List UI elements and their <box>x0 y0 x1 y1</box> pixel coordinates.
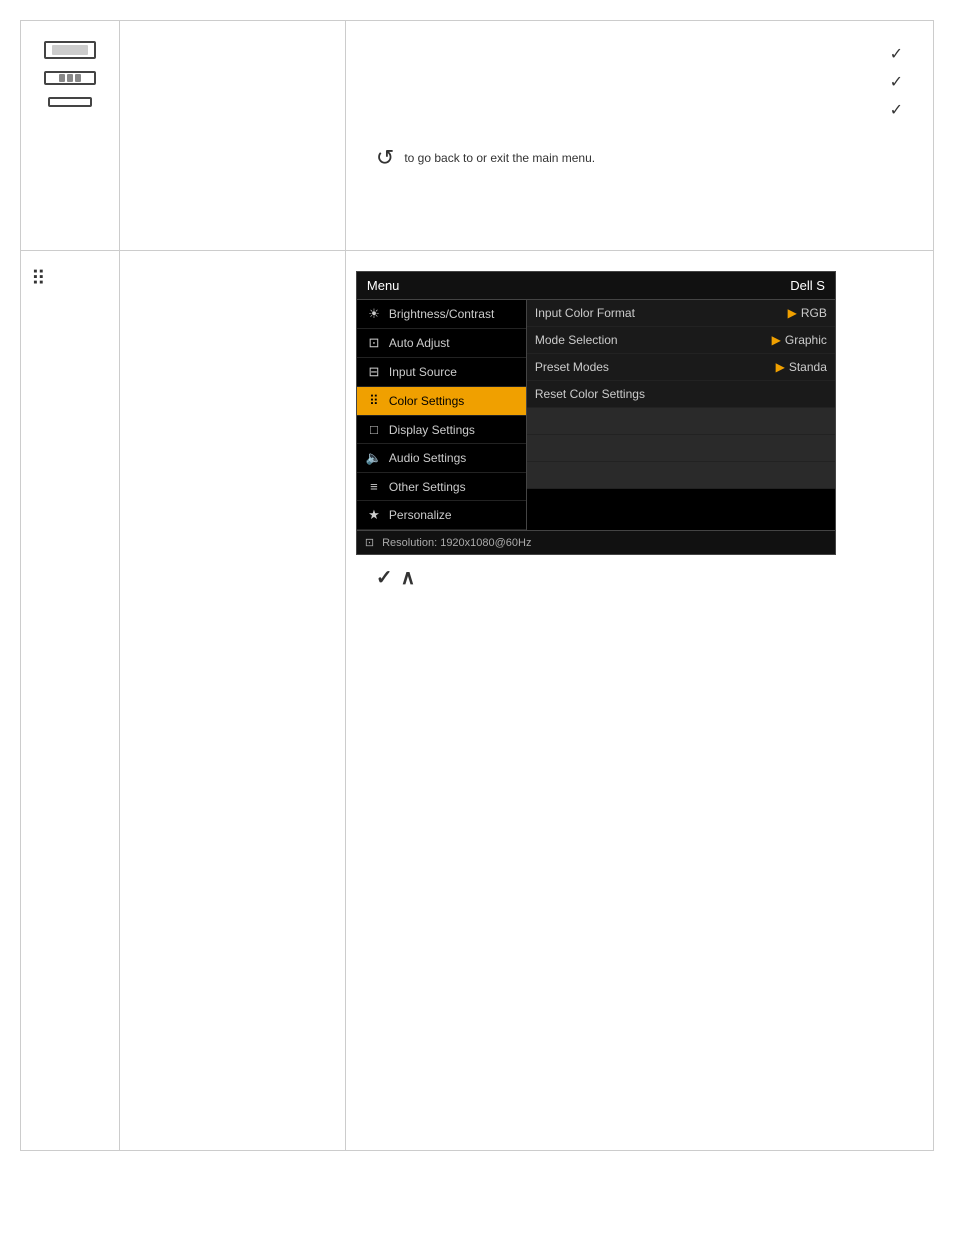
color-settings-icon: ⠿ <box>31 266 109 291</box>
osd-item-auto-adjust[interactable]: ⊡ Auto Adjust <box>357 329 526 358</box>
rect-inner-3 <box>75 74 81 82</box>
mode-selection-label: Mode Selection <box>535 333 618 347</box>
nav-arrows-area: ✓ ∧ <box>356 555 923 600</box>
display-settings-icon: □ <box>365 422 383 437</box>
preset-modes-val-text: Standa <box>789 360 827 374</box>
input-source-icon: ⊟ <box>365 364 383 380</box>
osd-sub-reset-color[interactable]: Reset Color Settings <box>527 381 835 408</box>
rect-icon-graphic <box>44 71 96 85</box>
page-wrapper: ✓ ✓ ✓ ↺ to go back to or exit the main m… <box>0 0 954 1235</box>
osd-right-panel: Input Color Format ▶ RGB Mode Selection … <box>527 300 835 530</box>
audio-settings-label: Audio Settings <box>389 451 466 465</box>
back-arrow-icon: ↺ <box>376 145 394 171</box>
bottom-icons-cell: ⠿ <box>21 251 120 1151</box>
osd-body: ☀ Brightness/Contrast ⊡ Auto Adjust ⊟ In… <box>357 300 835 530</box>
rect-inner-1 <box>59 74 65 82</box>
monitor-icon <box>31 41 109 59</box>
main-table: ✓ ✓ ✓ ↺ to go back to or exit the main m… <box>20 20 934 1151</box>
osd-header: Menu Dell S <box>357 272 835 300</box>
preset-modes-label: Preset Modes <box>535 360 609 374</box>
flat-icon-graphic <box>48 97 92 107</box>
preset-modes-value: ▶ Standa <box>776 360 827 374</box>
top-row: ✓ ✓ ✓ ↺ to go back to or exit the main m… <box>21 21 934 251</box>
back-arrow-row: ↺ to go back to or exit the main menu. <box>356 145 923 171</box>
osd-sub-preset-modes[interactable]: Preset Modes ▶ Standa <box>527 354 835 381</box>
bottom-row: ⠿ Menu Dell S ☀ <box>21 251 934 1151</box>
reset-color-label: Reset Color Settings <box>535 387 645 401</box>
top-icons-cell <box>21 21 120 251</box>
input-color-format-value: ▶ RGB <box>788 306 827 320</box>
osd-sub-empty-2 <box>527 435 835 462</box>
top-middle-cell <box>120 21 345 251</box>
auto-adjust-icon: ⊡ <box>365 335 383 351</box>
nav-up-arrow[interactable]: ∧ <box>401 565 416 590</box>
color-settings-label: Color Settings <box>389 394 464 408</box>
osd-item-display-settings[interactable]: □ Display Settings <box>357 416 526 444</box>
osd-footer: ⊡ Resolution: 1920x1080@60Hz <box>357 530 835 554</box>
osd-item-other-settings[interactable]: ≡ Other Settings <box>357 473 526 501</box>
osd-sub-input-color-format[interactable]: Input Color Format ▶ RGB <box>527 300 835 327</box>
osd-item-color-settings[interactable]: ⠿ Color Settings <box>357 387 526 416</box>
osd-brand: Dell S <box>790 278 825 293</box>
osd-item-audio-settings[interactable]: 🔈 Audio Settings <box>357 444 526 473</box>
osd-item-personalize[interactable]: ★ Personalize <box>357 501 526 530</box>
osd-menu-title: Menu <box>367 278 400 293</box>
osd-left-panel: ☀ Brightness/Contrast ⊡ Auto Adjust ⊟ In… <box>357 300 527 530</box>
osd-sub-empty-3 <box>527 462 835 489</box>
osd-sub-mode-selection[interactable]: Mode Selection ▶ Graphic <box>527 327 835 354</box>
input-source-label: Input Source <box>389 365 457 379</box>
bottom-content-cell: Menu Dell S ☀ Brightness/Contrast ⊡ <box>345 251 933 1151</box>
brightness-label: Brightness/Contrast <box>389 307 494 321</box>
mode-selection-arrow: ▶ <box>772 333 781 347</box>
rect-connector-icon <box>31 71 109 85</box>
osd-item-brightness[interactable]: ☀ Brightness/Contrast <box>357 300 526 329</box>
back-instruction-text: to go back to or exit the main menu. <box>404 151 595 165</box>
brightness-icon: ☀ <box>365 306 383 322</box>
display-settings-label: Display Settings <box>389 423 475 437</box>
connector-icons <box>31 41 109 107</box>
preset-modes-arrow: ▶ <box>776 360 785 374</box>
osd-item-input-source[interactable]: ⊟ Input Source <box>357 358 526 387</box>
personalize-icon: ★ <box>365 507 383 523</box>
checkmark-3: ✓ <box>356 97 903 125</box>
other-settings-label: Other Settings <box>389 480 466 494</box>
flat-connector-icon <box>31 97 109 107</box>
nav-down-arrow[interactable]: ✓ <box>376 565 393 590</box>
other-settings-icon: ≡ <box>365 479 383 494</box>
input-color-format-val-text: RGB <box>801 306 827 320</box>
input-color-format-label: Input Color Format <box>535 306 635 320</box>
mode-selection-value: ▶ Graphic <box>772 333 827 347</box>
mini-monitor-graphic <box>44 41 96 59</box>
auto-adjust-label: Auto Adjust <box>389 336 450 350</box>
audio-settings-icon: 🔈 <box>365 450 383 466</box>
checkmarks-area: ✓ ✓ ✓ <box>356 31 923 125</box>
personalize-label: Personalize <box>389 508 452 522</box>
osd-footer-icon: ⊡ <box>365 536 374 549</box>
bottom-middle-cell <box>120 251 345 1151</box>
input-color-format-arrow: ▶ <box>788 306 797 320</box>
top-content-cell: ✓ ✓ ✓ ↺ to go back to or exit the main m… <box>345 21 933 251</box>
mode-selection-val-text: Graphic <box>785 333 827 347</box>
osd-menu: Menu Dell S ☀ Brightness/Contrast ⊡ <box>356 271 836 555</box>
checkmark-2: ✓ <box>356 69 903 97</box>
mini-monitor-inner <box>52 45 88 55</box>
rect-inner-2 <box>67 74 73 82</box>
checkmark-1: ✓ <box>356 41 903 69</box>
osd-sub-empty-1 <box>527 408 835 435</box>
color-settings-menu-icon: ⠿ <box>365 393 383 409</box>
osd-footer-text: Resolution: 1920x1080@60Hz <box>382 537 531 549</box>
